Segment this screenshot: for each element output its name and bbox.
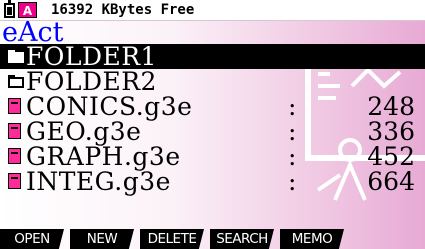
alpha-lock-icon: A xyxy=(18,2,37,18)
folder-icon xyxy=(8,75,24,88)
file-list: FOLDER1 FOLDER2 CONICS.g3e : 248 GEO.g3e… xyxy=(0,44,425,194)
file-row-graph[interactable]: GRAPH.g3e : 452 xyxy=(0,144,425,169)
file-size: 336 xyxy=(367,117,415,146)
file-separator: : xyxy=(288,142,297,171)
file-icon xyxy=(8,123,21,141)
file-separator: : xyxy=(288,167,297,196)
file-size: 664 xyxy=(367,167,415,196)
f4-search-button[interactable]: SEARCH xyxy=(210,229,274,249)
file-separator: : xyxy=(288,92,297,121)
file-icon xyxy=(8,148,21,166)
file-icon xyxy=(8,173,21,191)
f2-new-button[interactable]: NEW xyxy=(70,229,134,249)
file-row-geo[interactable]: GEO.g3e : 336 xyxy=(0,119,425,144)
calculator-screen: A 16392 KBytes Free eAct FOLDER1 FOLDER2… xyxy=(0,0,425,249)
function-key-bar: OPEN NEW DELETE SEARCH MEMO xyxy=(0,229,425,249)
file-size: 452 xyxy=(367,142,415,171)
folder-icon xyxy=(8,50,24,63)
f1-open-button[interactable]: OPEN xyxy=(0,229,64,249)
folder-name: FOLDER2 xyxy=(26,67,157,96)
folder-row-folder1[interactable]: FOLDER1 xyxy=(0,44,425,69)
status-bar: A 16392 KBytes Free xyxy=(0,0,425,21)
f3-delete-button[interactable]: DELETE xyxy=(140,229,204,249)
file-name: GRAPH.g3e xyxy=(26,142,181,171)
file-icon xyxy=(8,98,21,116)
file-name: CONICS.g3e xyxy=(26,92,193,121)
file-name: INTEG.g3e xyxy=(26,167,171,196)
file-name: GEO.g3e xyxy=(26,117,142,146)
file-size: 248 xyxy=(367,92,415,121)
folder-name: FOLDER1 xyxy=(26,42,157,71)
folder-row-folder2[interactable]: FOLDER2 xyxy=(0,69,425,94)
battery-icon xyxy=(4,0,15,18)
file-row-integ[interactable]: INTEG.g3e : 664 xyxy=(0,169,425,194)
free-memory-text: 16392 KBytes Free xyxy=(51,2,195,18)
f5-memo-button[interactable]: MEMO xyxy=(280,229,344,249)
status-icons: A xyxy=(4,0,37,18)
file-separator: : xyxy=(288,117,297,146)
file-row-conics[interactable]: CONICS.g3e : 248 xyxy=(0,94,425,119)
